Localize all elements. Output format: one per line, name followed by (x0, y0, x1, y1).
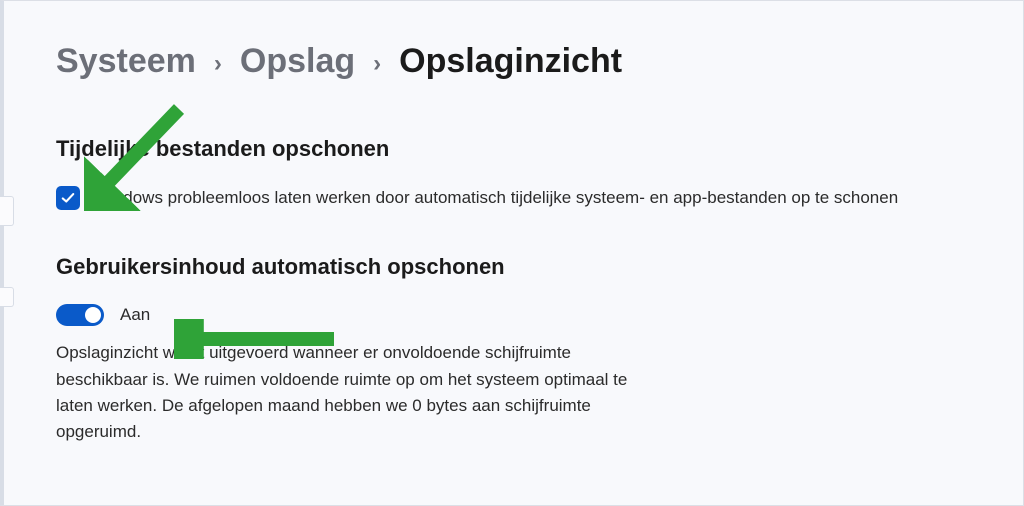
settings-page: Systeem › Opslag › Opslaginzicht Tijdeli… (0, 0, 1024, 506)
storage-sense-toggle[interactable] (56, 304, 104, 326)
toggle-thumb (85, 307, 101, 323)
section-heading-user-content: Gebruikersinhoud automatisch opschonen (56, 254, 971, 280)
left-edge-tab (0, 196, 14, 226)
left-edge-tab (0, 287, 14, 307)
breadcrumb: Systeem › Opslag › Opslaginzicht (56, 43, 971, 80)
storage-sense-toggle-label: Aan (120, 305, 150, 325)
chevron-right-icon: › (214, 52, 222, 76)
chevron-right-icon: › (373, 52, 381, 76)
checkmark-icon (61, 191, 75, 205)
storage-sense-description: Opslaginzicht wordt uitgevoerd wanneer e… (56, 340, 666, 445)
breadcrumb-current: Opslaginzicht (399, 43, 622, 80)
storage-sense-toggle-row: Aan (56, 304, 971, 326)
temp-files-checkbox[interactable] (56, 186, 80, 210)
breadcrumb-storage[interactable]: Opslag (240, 43, 355, 80)
breadcrumb-system[interactable]: Systeem (56, 43, 196, 80)
temp-files-checkbox-label: Windows probleemloos laten werken door a… (94, 188, 898, 208)
section-heading-temp-files: Tijdelijke bestanden opschonen (56, 136, 971, 162)
temp-files-checkbox-row: Windows probleemloos laten werken door a… (56, 186, 971, 210)
